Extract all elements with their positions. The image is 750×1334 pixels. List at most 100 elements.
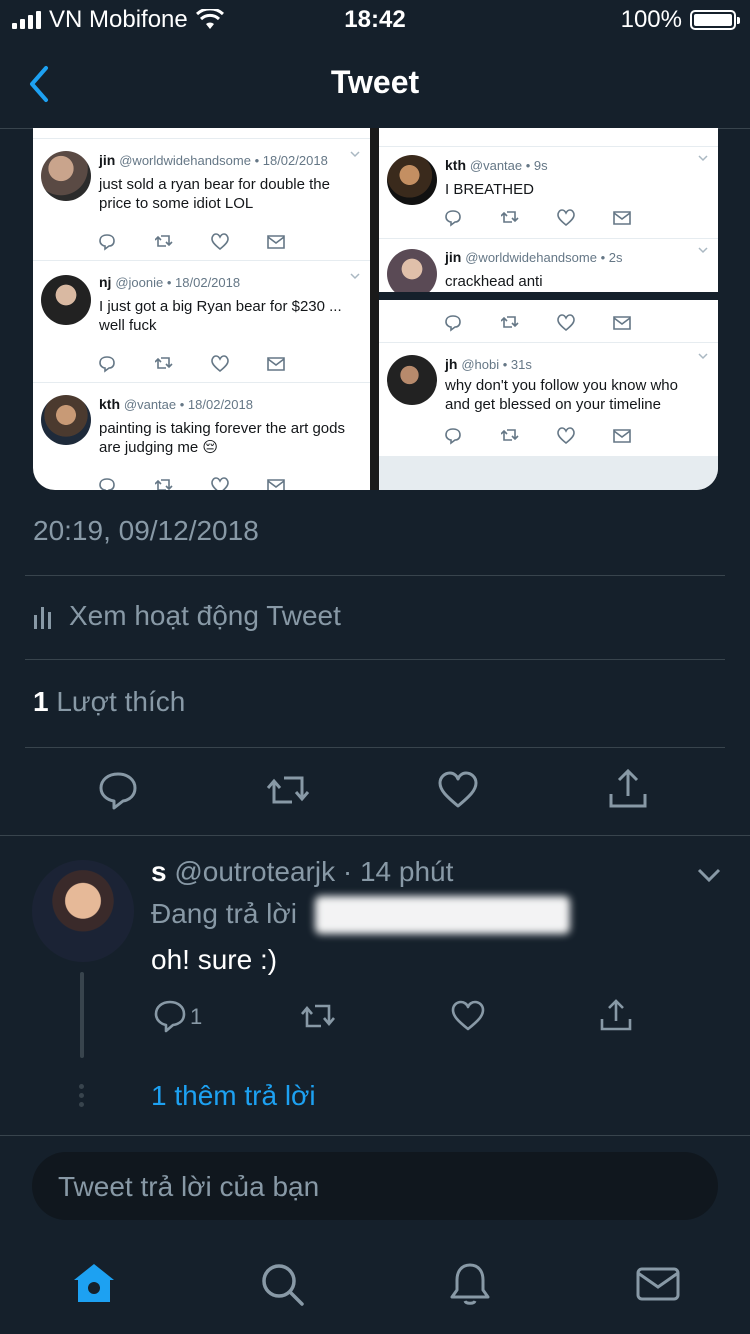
mini-name: nj bbox=[99, 274, 112, 290]
mini-text: crackhead anti bbox=[445, 273, 543, 290]
home-icon[interactable] bbox=[70, 1260, 118, 1308]
page-title: Tweet bbox=[330, 64, 420, 100]
tweet-actions bbox=[0, 748, 750, 836]
mini-text: I BREATHED bbox=[445, 181, 534, 198]
more-replies-link[interactable]: 1 thêm trả lời bbox=[151, 1080, 316, 1112]
mini-name: jh bbox=[445, 356, 458, 372]
mail-icon[interactable] bbox=[634, 1260, 682, 1308]
mini-tweet: jh @hobi • 31s why don't you follow you … bbox=[379, 342, 718, 453]
reply-actions bbox=[0, 998, 750, 1042]
mini-actions bbox=[445, 209, 685, 229]
like-heart-icon bbox=[557, 209, 575, 227]
reply-icon[interactable] bbox=[152, 998, 188, 1034]
likes-link[interactable]: 1 Lượt thích bbox=[33, 686, 185, 718]
mini-tweet: kth @vantae • 18/02/2018 painting is tak… bbox=[33, 382, 370, 490]
mini-handle: @joonie bbox=[115, 275, 164, 290]
chevron-down-icon bbox=[350, 273, 360, 280]
share-icon[interactable] bbox=[606, 768, 650, 812]
mini-handle: @worldwidehandsome bbox=[119, 153, 251, 168]
avatar bbox=[387, 155, 437, 205]
reply-text: oh! sure :) bbox=[151, 944, 278, 975]
mini-date: 18/02/2018 bbox=[175, 275, 241, 290]
mail-icon bbox=[267, 479, 285, 490]
redacted-username bbox=[315, 896, 570, 934]
avatar bbox=[41, 275, 91, 325]
chevron-down-icon bbox=[698, 247, 708, 254]
mini-tweet: kth @vantae • 9s I BREATHED bbox=[379, 146, 718, 239]
mail-icon bbox=[613, 316, 631, 330]
mail-icon bbox=[613, 211, 631, 225]
battery-icon bbox=[690, 10, 740, 30]
avatar bbox=[41, 151, 91, 201]
share-icon[interactable] bbox=[598, 998, 634, 1034]
mail-icon bbox=[613, 429, 631, 443]
tweet-activity-link[interactable]: Xem hoạt động Tweet bbox=[33, 600, 341, 632]
mini-date: 9s bbox=[533, 158, 548, 173]
reply-icon[interactable] bbox=[96, 768, 140, 812]
mini-date: 2s bbox=[608, 250, 623, 265]
mini-handle: @worldwidehandsome bbox=[465, 250, 597, 265]
like-heart-icon[interactable] bbox=[436, 768, 480, 812]
reply-icon bbox=[99, 478, 115, 490]
mini-date: 18/02/2018 bbox=[187, 397, 253, 412]
mini-actions bbox=[99, 477, 339, 490]
retweet-icon bbox=[155, 479, 173, 490]
thread-dots-icon bbox=[79, 1084, 85, 1108]
chevron-down-icon[interactable] bbox=[696, 862, 722, 888]
tab-bar bbox=[0, 1236, 750, 1334]
reply-input[interactable] bbox=[56, 1152, 680, 1222]
mini-tweet: jin @worldwidehandsome • 2s crackhead an… bbox=[379, 238, 718, 299]
retweet-icon bbox=[501, 429, 519, 441]
reply-icon bbox=[99, 356, 115, 373]
like-heart-icon[interactable] bbox=[450, 998, 486, 1034]
like-heart-icon bbox=[557, 314, 575, 332]
retweet-icon[interactable] bbox=[266, 768, 310, 812]
likes-count: 1 bbox=[33, 686, 49, 717]
bell-icon[interactable] bbox=[446, 1260, 494, 1308]
reply-icon bbox=[99, 234, 115, 251]
activity-label: Xem hoạt động Tweet bbox=[69, 600, 341, 631]
chevron-down-icon bbox=[350, 151, 360, 158]
mini-tweet: nj @joonie • 18/02/2018 I just got a big… bbox=[33, 260, 370, 383]
mini-date: 18/02/2018 bbox=[262, 153, 328, 168]
mini-text: why don't you follow you know who and ge… bbox=[445, 377, 678, 413]
mini-actions bbox=[99, 233, 339, 253]
mini-tweet: jin @worldwidehandsome • 18/02/2018 just… bbox=[33, 138, 370, 261]
retweet-icon bbox=[155, 235, 173, 247]
reply-time: · 14 phút bbox=[342, 856, 454, 887]
mini-handle: @vantae bbox=[469, 158, 523, 173]
divider bbox=[25, 575, 725, 576]
chevron-down-icon bbox=[698, 353, 708, 360]
status-bar: VN Mobifone 18:42 100% bbox=[0, 0, 750, 42]
reply-author-handle: @outrotearjk bbox=[174, 856, 336, 887]
like-heart-icon bbox=[211, 355, 229, 373]
likes-label: Lượt thích bbox=[56, 686, 186, 717]
reply-author-name[interactable]: s bbox=[151, 856, 167, 887]
like-heart-icon bbox=[557, 427, 575, 445]
mini-actions bbox=[445, 427, 685, 447]
avatar bbox=[41, 395, 91, 445]
mini-text: just sold a ryan bear for double the pri… bbox=[99, 176, 330, 212]
retweet-icon bbox=[501, 316, 519, 328]
replying-to-label: Đang trả lời bbox=[151, 898, 297, 929]
mail-icon bbox=[267, 235, 285, 249]
image-footer bbox=[379, 456, 718, 490]
reply-icon bbox=[445, 428, 461, 445]
mini-actions bbox=[99, 355, 339, 375]
mini-name: kth bbox=[445, 157, 466, 173]
tweet-timestamp: 20:19, 09/12/2018 bbox=[33, 515, 259, 546]
search-icon[interactable] bbox=[258, 1260, 306, 1308]
mini-handle: @hobi bbox=[461, 357, 500, 372]
image-divider bbox=[379, 292, 718, 300]
retweet-icon bbox=[155, 357, 173, 369]
status-right: 100% bbox=[621, 6, 740, 34]
tweet-media-image[interactable]: jin @worldwidehandsome • 18/02/2018 just… bbox=[33, 128, 718, 490]
mini-name: kth bbox=[99, 396, 120, 412]
reply-header: s @outrotearjk · 14 phút bbox=[151, 856, 453, 888]
like-heart-icon bbox=[211, 233, 229, 251]
reply-avatar[interactable] bbox=[32, 860, 134, 962]
reply-composer[interactable] bbox=[32, 1152, 718, 1222]
retweet-icon[interactable] bbox=[300, 998, 336, 1034]
mini-text: I just got a big Ryan bear for $230 ... … bbox=[99, 298, 342, 334]
mini-text: painting is taking forever the art gods … bbox=[99, 420, 345, 456]
